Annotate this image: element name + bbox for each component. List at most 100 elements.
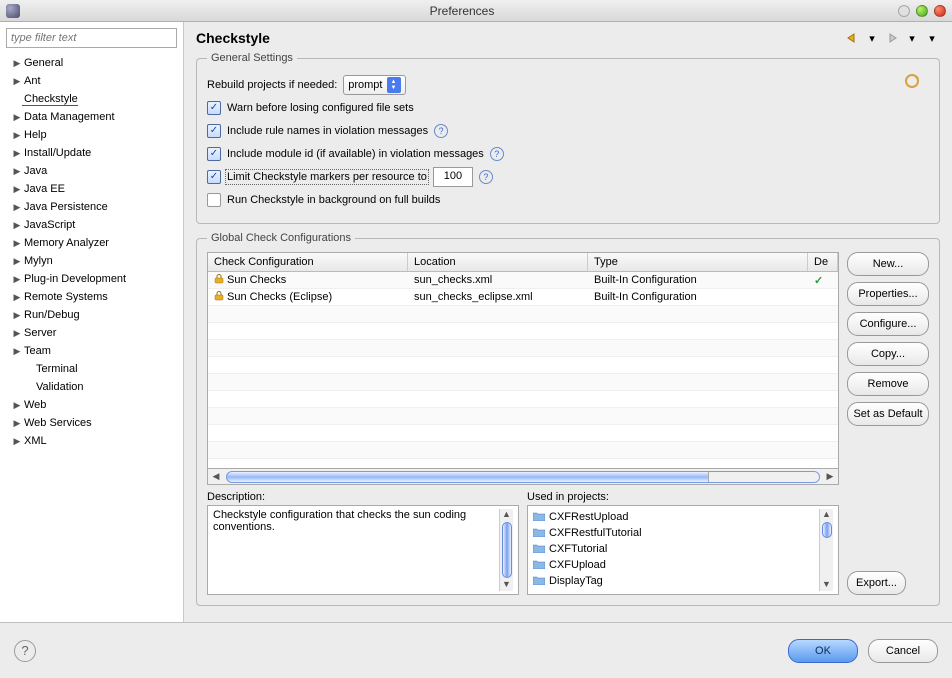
expand-arrow-icon[interactable]: ▶ (12, 238, 22, 249)
help-icon[interactable]: ? (479, 170, 493, 184)
ok-button[interactable]: OK (788, 639, 858, 663)
background-checkbox[interactable]: ✓ (207, 193, 221, 207)
project-item[interactable]: CXFUpload (533, 557, 819, 573)
expand-arrow-icon[interactable]: ▶ (12, 58, 22, 69)
tree-item-terminal[interactable]: ▶Terminal (6, 360, 177, 378)
tree-item-team[interactable]: ▶Team (6, 342, 177, 360)
tree-item-mylyn[interactable]: ▶Mylyn (6, 252, 177, 270)
folder-icon (533, 511, 545, 524)
scroll-left-icon[interactable]: ◀ (208, 471, 224, 482)
table-row-empty (208, 323, 838, 340)
tree-item-label: Web Services (22, 417, 92, 429)
project-item[interactable]: CXFTutorial (533, 541, 819, 557)
tree-item-label: Terminal (34, 363, 78, 375)
limit-checkbox[interactable]: ✓ (207, 170, 221, 184)
expand-arrow-icon[interactable]: ▶ (12, 256, 22, 267)
filter-input[interactable] (6, 28, 177, 48)
tree-item-javascript[interactable]: ▶JavaScript (6, 216, 177, 234)
tree-item-java-ee[interactable]: ▶Java EE (6, 180, 177, 198)
table-row[interactable]: Sun Checks (Eclipse)sun_checks_eclipse.x… (208, 289, 838, 306)
expand-arrow-icon[interactable]: ▶ (12, 148, 22, 159)
window-close-button[interactable] (934, 5, 946, 17)
tree-item-memory-analyzer[interactable]: ▶Memory Analyzer (6, 234, 177, 252)
check-icon: ✓ (814, 274, 823, 287)
used-in-projects-label: Used in projects: (527, 491, 839, 503)
tree-item-web[interactable]: ▶Web (6, 396, 177, 414)
project-item[interactable]: CXFRestUpload (533, 509, 819, 525)
tree-item-validation[interactable]: ▶Validation (6, 378, 177, 396)
expand-arrow-icon[interactable]: ▶ (12, 436, 22, 447)
expand-arrow-icon[interactable]: ▶ (12, 418, 22, 429)
expand-arrow-icon[interactable]: ▶ (12, 346, 22, 357)
window-maximize-button[interactable] (916, 5, 928, 17)
project-name: CXFTutorial (549, 543, 607, 555)
new-button[interactable]: New... (847, 252, 929, 276)
configure-button[interactable]: Configure... (847, 312, 929, 336)
tree-item-install-update[interactable]: ▶Install/Update (6, 144, 177, 162)
tree-item-server[interactable]: ▶Server (6, 324, 177, 342)
view-menu-button[interactable]: ▾ (924, 30, 940, 46)
rebuild-select[interactable]: prompt ▲▼ (343, 75, 405, 95)
tree-item-java[interactable]: ▶Java (6, 162, 177, 180)
rule-names-checkbox[interactable]: ✓ (207, 124, 221, 138)
help-icon[interactable]: ? (490, 147, 504, 161)
expand-arrow-icon[interactable]: ▶ (12, 184, 22, 195)
nav-forward-menu[interactable]: ▾ (904, 30, 920, 46)
refresh-icon[interactable] (903, 72, 921, 90)
projects-scrollbar[interactable]: ▲▼ (819, 509, 833, 591)
expand-arrow-icon[interactable]: ▶ (12, 292, 22, 303)
expand-arrow-icon[interactable]: ▶ (12, 202, 22, 213)
expand-arrow-icon[interactable]: ▶ (12, 328, 22, 339)
tree-item-run-debug[interactable]: ▶Run/Debug (6, 306, 177, 324)
table-row-empty (208, 408, 838, 425)
tree-item-general[interactable]: ▶General (6, 54, 177, 72)
tree-item-label: Mylyn (22, 255, 53, 267)
remove-button[interactable]: Remove (847, 372, 929, 396)
tree-item-remote-systems[interactable]: ▶Remote Systems (6, 288, 177, 306)
help-icon[interactable]: ? (434, 124, 448, 138)
expand-arrow-icon[interactable]: ▶ (12, 130, 22, 141)
table-horizontal-scrollbar[interactable]: ◀ ▶ (207, 469, 839, 485)
column-header-location[interactable]: Location (408, 253, 588, 271)
expand-arrow-icon[interactable]: ▶ (12, 76, 22, 87)
projects-list[interactable]: CXFRestUploadCXFRestfulTutorial CXFTutori… (527, 505, 839, 595)
tree-item-help[interactable]: ▶Help (6, 126, 177, 144)
module-id-checkbox[interactable]: ✓ (207, 147, 221, 161)
table-row[interactable]: Sun Checkssun_checks.xmlBuilt-In Configu… (208, 272, 838, 289)
expand-arrow-icon[interactable]: ▶ (12, 166, 22, 177)
tree-item-xml[interactable]: ▶XML (6, 432, 177, 450)
export-button[interactable]: Export... (847, 571, 906, 595)
copy-button[interactable]: Copy... (847, 342, 929, 366)
warn-checkbox[interactable]: ✓ (207, 101, 221, 115)
tree-item-java-persistence[interactable]: ▶Java Persistence (6, 198, 177, 216)
expand-arrow-icon[interactable]: ▶ (12, 112, 22, 123)
nav-forward-button[interactable] (884, 30, 900, 46)
app-icon (6, 4, 20, 18)
set-default-button[interactable]: Set as Default (847, 402, 929, 426)
project-item[interactable]: DisplayTag (533, 573, 819, 589)
tree-item-data-management[interactable]: ▶Data Management (6, 108, 177, 126)
column-header-name[interactable]: Check Configuration (208, 253, 408, 271)
help-button[interactable]: ? (14, 640, 36, 662)
project-item[interactable]: CXFRestfulTutorial (533, 525, 819, 541)
scroll-right-icon[interactable]: ▶ (822, 471, 838, 482)
expand-arrow-icon[interactable]: ▶ (12, 274, 22, 285)
window-minimize-button[interactable] (898, 5, 910, 17)
tree-item-checkstyle[interactable]: ▶Checkstyle (6, 90, 177, 108)
configs-table[interactable]: Check Configuration Location Type De Sun… (207, 252, 839, 469)
tree-item-plug-in-development[interactable]: ▶Plug-in Development (6, 270, 177, 288)
tree-item-ant[interactable]: ▶Ant (6, 72, 177, 90)
column-header-default[interactable]: De (808, 253, 838, 271)
limit-input[interactable]: 100 (433, 167, 473, 187)
properties-button[interactable]: Properties... (847, 282, 929, 306)
cancel-button[interactable]: Cancel (868, 639, 938, 663)
nav-back-button[interactable] (844, 30, 860, 46)
expand-arrow-icon[interactable]: ▶ (12, 220, 22, 231)
expand-arrow-icon[interactable]: ▶ (12, 310, 22, 321)
description-scrollbar[interactable]: ▲▼ (499, 509, 513, 591)
nav-back-menu[interactable]: ▾ (864, 30, 880, 46)
expand-arrow-icon[interactable]: ▶ (12, 400, 22, 411)
table-row-empty (208, 442, 838, 459)
tree-item-web-services[interactable]: ▶Web Services (6, 414, 177, 432)
column-header-type[interactable]: Type (588, 253, 808, 271)
